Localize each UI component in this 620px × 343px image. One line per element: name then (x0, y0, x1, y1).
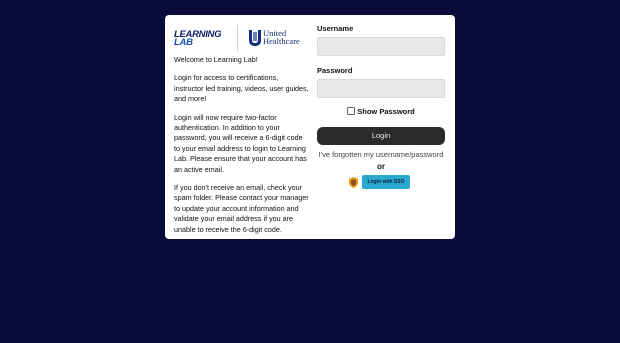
uhc-u-icon (249, 30, 261, 46)
sso-login-button[interactable]: Login with SSO (362, 175, 410, 189)
forgot-credentials-link[interactable]: I've forgotten my username/password (317, 150, 445, 159)
intro-paragraph-3: If you don't receive an email, check you… (174, 183, 309, 234)
login-form: Username Password Show Password Login I'… (317, 24, 445, 189)
username-label: Username (317, 24, 354, 33)
sso-login: Login with SSO (349, 175, 413, 189)
login-card: LEARNING LAB United Healthcare Welcome t… (165, 15, 455, 239)
show-password-checkbox[interactable] (347, 107, 356, 115)
welcome-text: Welcome to Learning Lab! (174, 55, 258, 64)
password-label: Password (317, 66, 353, 75)
learning-lab-logo: LEARNING LAB (174, 30, 222, 48)
show-password-row: Show Password (317, 107, 445, 121)
username-input[interactable] (317, 37, 445, 56)
logo-bar: LEARNING LAB United Healthcare (174, 25, 309, 55)
password-input[interactable] (317, 79, 445, 98)
or-separator: or (377, 162, 385, 171)
login-button[interactable]: Login (317, 127, 445, 145)
uhc-logo-line2: Healthcare (263, 36, 300, 46)
shield-icon (349, 177, 358, 188)
intro-paragraph-1: Login for access to certifications, inst… (174, 73, 309, 104)
intro-paragraph-2: Login will now require two-factor authen… (174, 112, 307, 174)
show-password-label[interactable]: Show Password (357, 107, 415, 116)
info-panel: LEARNING LAB United Healthcare Welcome t… (174, 25, 309, 243)
intro-text: Welcome to Learning Lab! Login for acces… (174, 55, 309, 235)
learning-lab-logo-line2: LAB (174, 37, 193, 48)
logo-divider (237, 25, 238, 51)
